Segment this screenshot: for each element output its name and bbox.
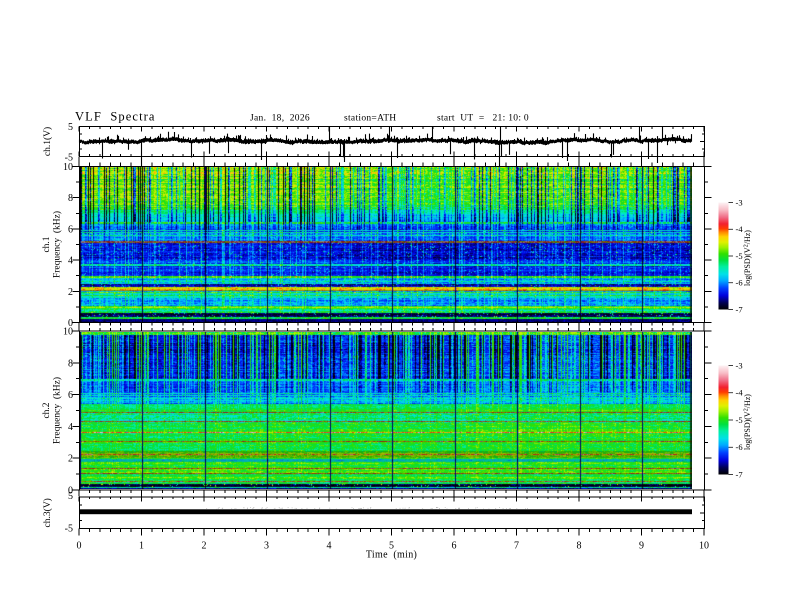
svg-text:2: 2 xyxy=(68,287,73,298)
svg-text:ch.1(V): ch.1(V) xyxy=(42,127,53,156)
svg-text:-6: -6 xyxy=(736,278,743,288)
svg-text:ch.1: ch.1 xyxy=(42,236,52,252)
svg-text:10: 10 xyxy=(699,541,709,552)
svg-text:log(PSD)(V2/Hz): log(PSD)(V2/Hz) xyxy=(743,394,752,450)
svg-text:3: 3 xyxy=(264,541,269,552)
svg-text:5: 5 xyxy=(68,491,73,502)
svg-text:-7: -7 xyxy=(736,304,743,314)
svg-text:start UT = 21: 10: 0: start UT = 21: 10: 0 xyxy=(437,114,529,124)
svg-text:-5: -5 xyxy=(736,415,743,425)
svg-text:-5: -5 xyxy=(65,524,73,535)
svg-text:VLF Spectra: VLF Spectra xyxy=(75,110,156,124)
svg-text:Frequency (kHz): Frequency (kHz) xyxy=(52,377,63,444)
svg-text:4: 4 xyxy=(68,422,73,433)
svg-text:1: 1 xyxy=(139,541,144,552)
svg-text:station=ATH: station=ATH xyxy=(344,114,396,124)
svg-text:-5: -5 xyxy=(736,251,743,261)
svg-text:-3: -3 xyxy=(736,197,743,207)
svg-text:6: 6 xyxy=(452,541,457,552)
svg-text:2: 2 xyxy=(68,454,73,465)
svg-text:6: 6 xyxy=(68,224,73,235)
svg-text:Time (min): Time (min) xyxy=(366,550,417,561)
svg-text:ch.3(V): ch.3(V) xyxy=(42,498,53,527)
svg-text:-3: -3 xyxy=(736,360,743,370)
svg-text:Frequency (kHz): Frequency (kHz) xyxy=(52,211,63,278)
svg-text:ch.2: ch.2 xyxy=(42,402,52,418)
svg-text:5: 5 xyxy=(68,122,73,133)
svg-text:9: 9 xyxy=(639,541,644,552)
svg-text:10: 10 xyxy=(63,162,73,173)
svg-text:8: 8 xyxy=(577,541,582,552)
svg-text:8: 8 xyxy=(68,193,73,204)
svg-text:Jan. 18, 2026: Jan. 18, 2026 xyxy=(250,114,310,124)
svg-text:-7: -7 xyxy=(736,469,743,479)
svg-text:2: 2 xyxy=(202,541,207,552)
svg-text:8: 8 xyxy=(68,358,73,369)
svg-text:10: 10 xyxy=(63,327,73,338)
svg-text:4: 4 xyxy=(68,256,73,267)
svg-text:4: 4 xyxy=(327,541,332,552)
svg-text:7: 7 xyxy=(514,541,519,552)
svg-text:-6: -6 xyxy=(736,442,743,452)
svg-text:0: 0 xyxy=(77,541,82,552)
svg-text:6: 6 xyxy=(68,390,73,401)
svg-text:log(PSD)(V2/Hz): log(PSD)(V2/Hz) xyxy=(743,230,752,286)
